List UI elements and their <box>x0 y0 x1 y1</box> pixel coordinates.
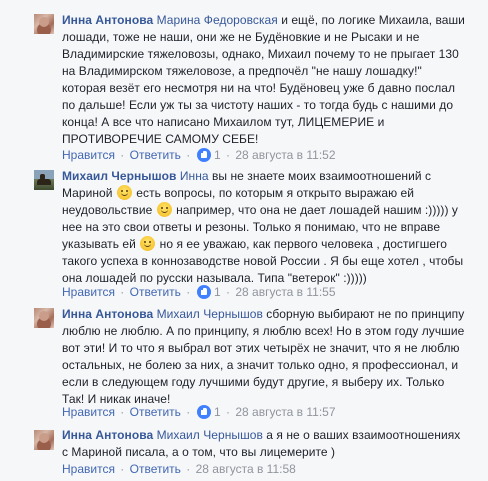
like-count[interactable]: 1 <box>214 405 221 419</box>
separator: · <box>120 285 125 299</box>
comment-mention[interactable]: Инна <box>180 169 209 183</box>
comment-actions: Нравится · Ответить · 28 августа в 11:58 <box>62 461 296 477</box>
comment-author[interactable]: Инна Антонова <box>62 13 153 27</box>
smile-emoji-icon <box>156 202 172 217</box>
separator: · <box>226 285 230 299</box>
comment-body: Инна Антонова Михаил Чернышов а я не о в… <box>62 427 468 461</box>
avatar[interactable] <box>34 430 54 450</box>
comment-timestamp[interactable]: 28 августа в 11:52 <box>235 148 335 162</box>
comment-body: Инна Антонова Марина Федоровская и ещё, … <box>62 12 468 148</box>
separator: · <box>226 405 230 419</box>
like-button[interactable]: Нравится <box>62 148 115 162</box>
reply-button[interactable]: Ответить <box>130 285 181 299</box>
like-icon[interactable] <box>196 285 211 299</box>
separator: · <box>186 285 191 299</box>
comment-timestamp[interactable]: 28 августа в 11:55 <box>235 285 335 299</box>
comment-mention[interactable]: Михаил Чернышов <box>157 307 263 321</box>
avatar[interactable] <box>34 170 54 190</box>
like-button[interactable]: Нравится <box>62 462 115 476</box>
like-icon[interactable] <box>196 148 211 162</box>
separator: · <box>186 462 191 476</box>
avatar[interactable] <box>34 14 54 34</box>
separator: · <box>186 405 191 419</box>
like-button[interactable]: Нравится <box>62 405 115 419</box>
separator: · <box>120 462 125 476</box>
smile-emoji-icon <box>116 185 132 200</box>
comment-text: и ещё, по логике Михаила, ваши лошади, т… <box>62 13 469 146</box>
comment-mention[interactable]: Михаил Чернышов <box>157 428 263 442</box>
comment-actions: Нравится · Ответить · 1 · 28 августа в 1… <box>62 147 336 163</box>
like-button[interactable]: Нравится <box>62 285 115 299</box>
comment-actions: Нравится · Ответить · 1 · 28 августа в 1… <box>62 284 336 300</box>
like-count[interactable]: 1 <box>214 148 221 162</box>
reply-button[interactable]: Ответить <box>130 462 181 476</box>
comment-actions: Нравится · Ответить · 1 · 28 августа в 1… <box>62 404 336 420</box>
separator: · <box>120 148 125 162</box>
reply-button[interactable]: Ответить <box>130 148 181 162</box>
comment-author[interactable]: Михаил Чернышов <box>62 169 176 183</box>
comment-body: Инна Антонова Михаил Чернышов сборную вы… <box>62 306 468 408</box>
comment-author[interactable]: Инна Антонова <box>62 428 153 442</box>
like-count[interactable]: 1 <box>214 285 221 299</box>
separator: · <box>226 148 230 162</box>
comment-timestamp[interactable]: 28 августа в 11:58 <box>196 462 296 476</box>
comment-author[interactable]: Инна Антонова <box>62 307 153 321</box>
separator: · <box>186 148 191 162</box>
comment-body: Михаил Чернышов Инна вы не знаете моих в… <box>62 168 468 287</box>
avatar[interactable] <box>34 308 54 328</box>
comment-text: сборную выбирают не по принципу люблю не… <box>62 307 468 406</box>
comment-timestamp[interactable]: 28 августа в 11:57 <box>235 405 335 419</box>
separator: · <box>120 405 125 419</box>
comment-mention[interactable]: Марина Федоровская <box>157 13 278 27</box>
reply-button[interactable]: Ответить <box>130 405 181 419</box>
like-icon[interactable] <box>196 405 211 419</box>
smile-emoji-icon <box>140 236 156 251</box>
